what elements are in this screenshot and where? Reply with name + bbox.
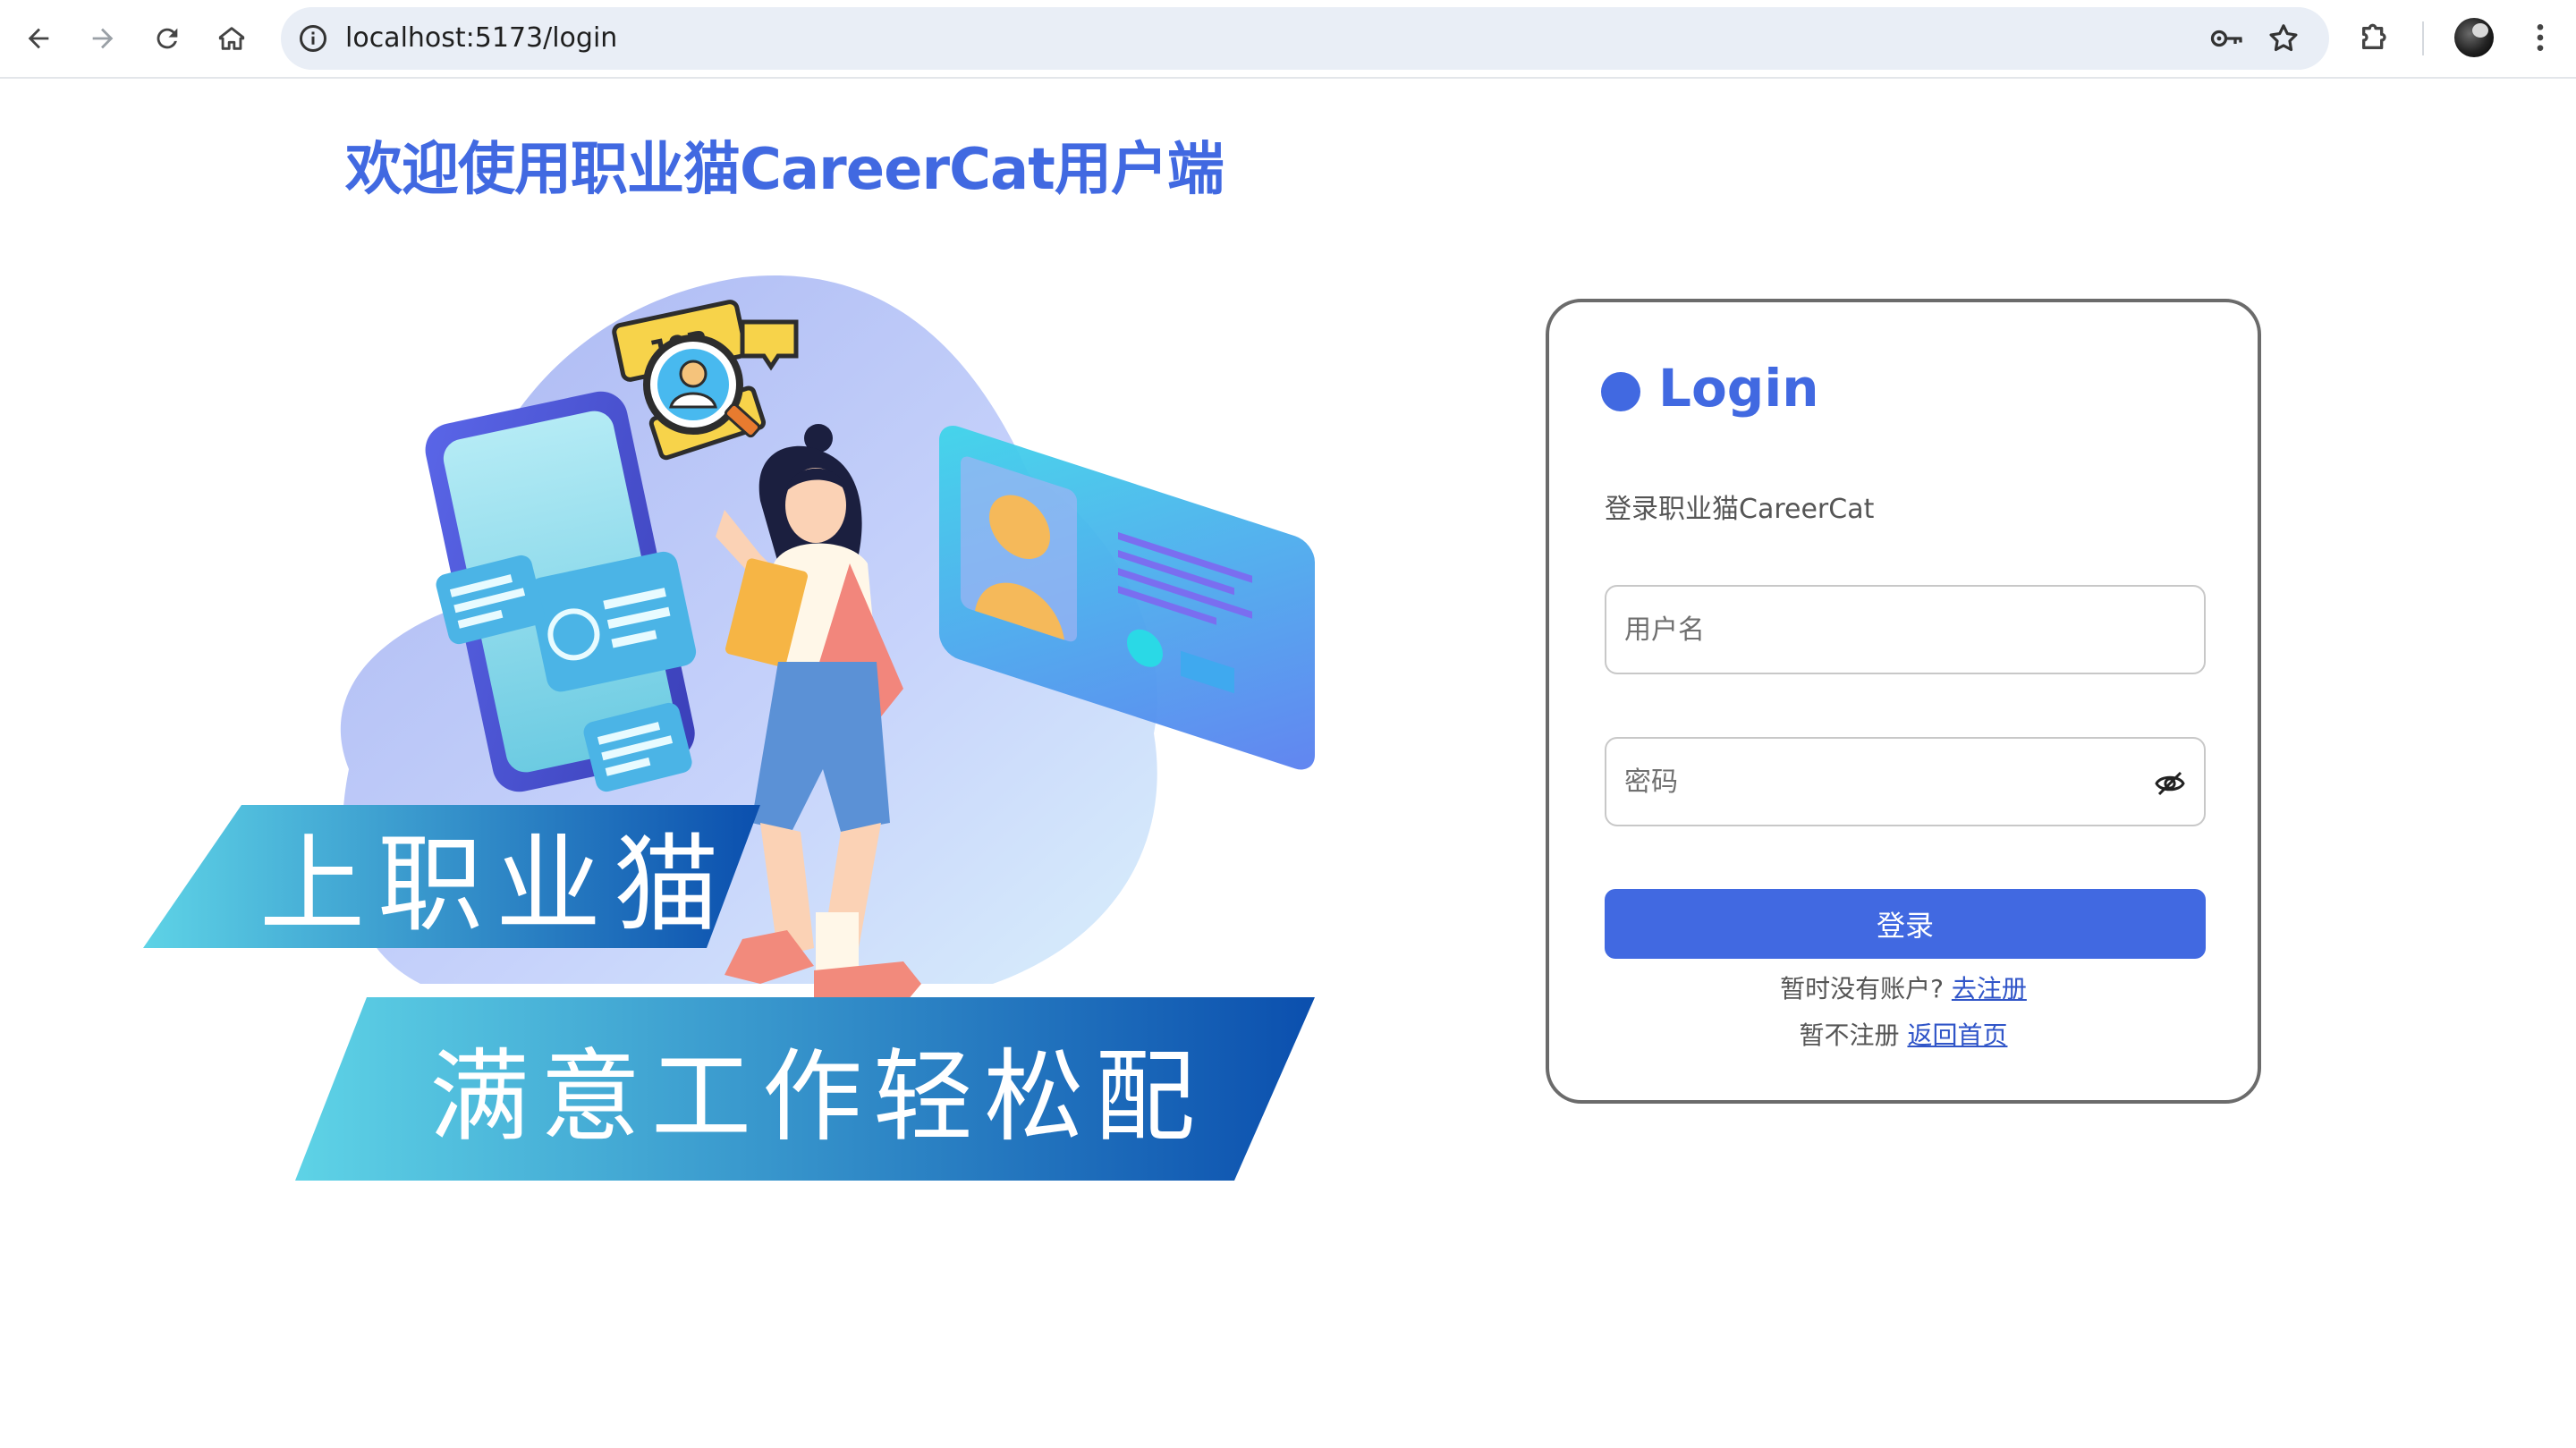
no-account-text: 暂时没有账户?: [1780, 974, 1944, 1003]
address-bar[interactable]: localhost:5173/login: [281, 7, 2329, 70]
forward-arrow-icon: [92, 28, 114, 49]
password-input[interactable]: [1606, 739, 2204, 825]
login-submit-button[interactable]: 登录: [1605, 889, 2206, 959]
login-subtitle: 登录职业猫CareerCat: [1605, 494, 1875, 525]
browser-toolbar: localhost:5173/login: [0, 0, 2576, 79]
banner-bottom-text: 满意工作轻松配: [429, 1043, 1206, 1154]
username-input[interactable]: [1606, 587, 2204, 673]
site-info-icon[interactable]: [297, 22, 329, 55]
password-field[interactable]: [1605, 737, 2206, 826]
eye-hidden-icon[interactable]: [2154, 767, 2186, 800]
register-prompt: 暂时没有账户? 去注册: [1549, 970, 2258, 1005]
hero-illustration: JOB 上职业猫 满意工作轻松配: [143, 275, 1315, 1181]
toolbar-divider: [2422, 21, 2424, 55]
skip-register-text: 暂不注册: [1799, 1020, 1900, 1050]
reload-button[interactable]: [141, 13, 193, 64]
home-button[interactable]: [206, 13, 258, 64]
url-text[interactable]: localhost:5173/login: [345, 7, 617, 70]
back-arrow-icon: [28, 28, 49, 49]
brand-dot-icon: [1601, 372, 1640, 411]
skip-prompt: 暂不注册 返回首页: [1549, 1016, 2258, 1052]
banner-top-text: 上职业猫: [259, 827, 732, 944]
reload-icon: [157, 28, 178, 49]
back-home-link[interactable]: 返回首页: [1907, 1020, 2007, 1050]
password-key-icon[interactable]: [2209, 22, 2245, 55]
forward-button[interactable]: [77, 13, 129, 64]
register-link[interactable]: 去注册: [1952, 974, 2027, 1003]
profile-avatar[interactable]: [2454, 18, 2494, 57]
extensions-puzzle-icon[interactable]: [2358, 18, 2394, 54]
back-button[interactable]: [13, 13, 64, 64]
login-heading: Login: [1658, 358, 1819, 419]
login-card: Login 登录职业猫CareerCat 登录 暂时没有账户? 去注册 暂不注册…: [1546, 299, 2261, 1104]
bookmark-star-icon[interactable]: [2267, 21, 2301, 55]
page-title: 欢迎使用职业猫CareerCat用户端: [345, 137, 1224, 203]
more-menu-icon[interactable]: [2522, 18, 2558, 57]
username-field[interactable]: [1605, 585, 2206, 674]
home-icon: [218, 27, 245, 50]
